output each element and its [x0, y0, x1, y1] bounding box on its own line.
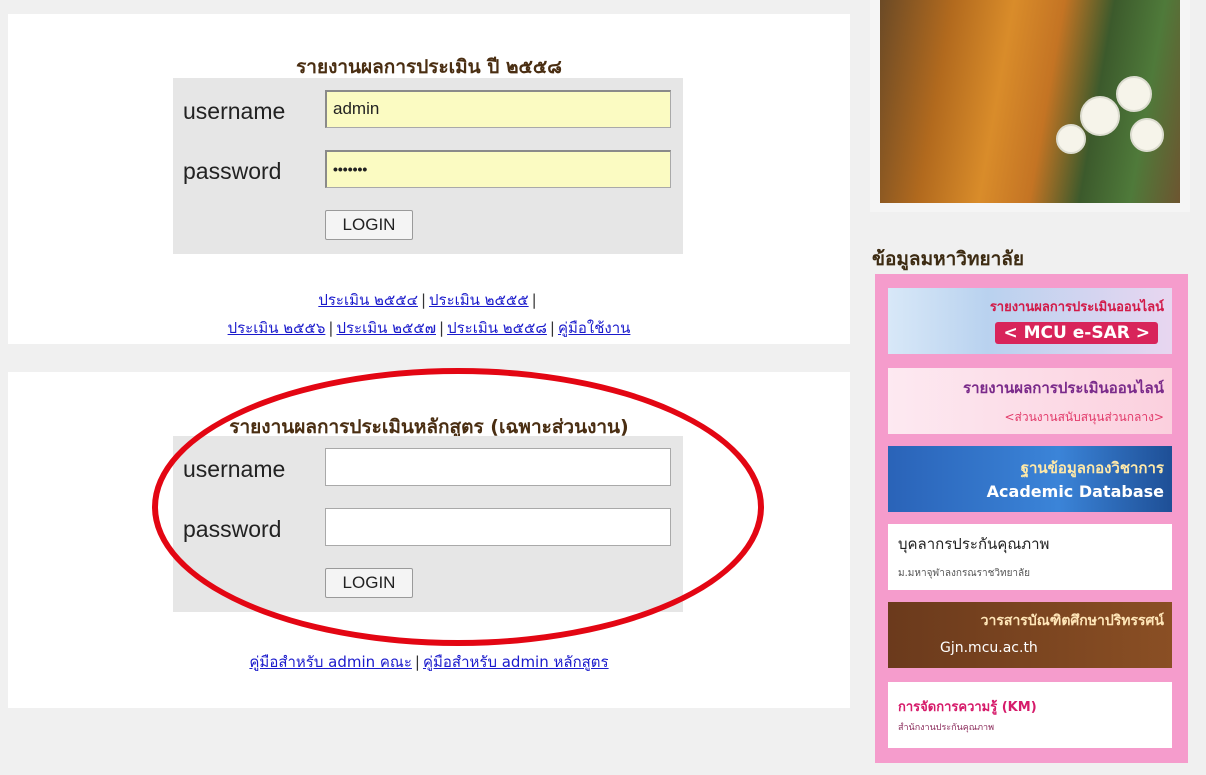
banner-knowledge-management[interactable]: การจัดการความรู้ (KM) สำนักงานประกันคุณภ… — [888, 682, 1172, 748]
login-panel-2558: รายงานผลการประเมิน ปี ๒๕๕๘ username admi… — [8, 14, 850, 344]
password-label: password — [183, 158, 282, 184]
flower-shape — [1056, 124, 1086, 154]
banner-line1: ฐานข้อมูลกองวิชาการ — [1020, 459, 1164, 477]
monk-photo — [880, 0, 1180, 203]
banner-line2: สำนักงานประกันคุณภาพ — [898, 723, 995, 733]
banner-line1: การจัดการความรู้ (KM) — [898, 700, 1037, 715]
banner-academic-database[interactable]: ฐานข้อมูลกองวิชาการ Academic Database — [888, 446, 1172, 512]
password-input[interactable] — [325, 508, 671, 546]
flower-shape — [1116, 76, 1152, 112]
link-eval-2558[interactable]: ประเมิน ๒๕๕๘ — [447, 319, 547, 337]
password-input[interactable]: ••••••• — [325, 150, 671, 188]
link-manual-admin-faculty[interactable]: คู่มือสำหรับ admin คณะ — [249, 653, 412, 671]
sidebar-banner-panel: รายงานผลการประเมินออนไลน์ < MCU e-SAR > … — [875, 274, 1188, 763]
banner-line2: <ส่วนงานสนับสนุนส่วนกลาง> — [1004, 410, 1164, 424]
link-separator: | — [549, 319, 555, 337]
password-label: password — [183, 516, 282, 542]
username-label: username — [183, 98, 286, 124]
link-separator: | — [420, 291, 426, 309]
banner-line2: Gjn.mcu.ac.th — [940, 640, 1038, 656]
link-separator: | — [531, 291, 537, 309]
username-label: username — [183, 456, 286, 482]
banner-line2: ม.มหาจุฬาลงกรณราชวิทยาลัย — [898, 568, 1031, 579]
login-panel-curriculum: รายงานผลการประเมินหลักสูตร (เฉพาะส่วนงาน… — [8, 372, 850, 708]
banner-line1: รายงานผลการประเมินออนไลน์ — [989, 300, 1164, 315]
banner-journal[interactable]: วารสารบัณฑิตศึกษาปริทรรศน์ Gjn.mcu.ac.th — [888, 602, 1172, 668]
login-button[interactable]: LOGIN — [325, 210, 413, 240]
banner-line1: รายงานผลการประเมินออนไลน์ — [963, 379, 1164, 397]
link-eval-2556[interactable]: ประเมิน ๒๕๕๖ — [228, 319, 326, 337]
link-separator: | — [439, 319, 445, 337]
link-manual-admin-curriculum[interactable]: คู่มือสำหรับ admin หลักสูตร — [423, 653, 609, 671]
year-links-row-1: ประเมิน ๒๕๕๔ | ประเมิน ๒๕๕๕ | — [8, 288, 850, 312]
manual-links: คู่มือสำหรับ admin คณะ | คู่มือสำหรับ admi… — [8, 650, 850, 674]
login-form-2558: username admin password ••••••• LOGIN — [173, 78, 683, 254]
username-input[interactable] — [325, 448, 671, 486]
flower-shape — [1080, 96, 1120, 136]
banner-qa-personnel[interactable]: บุคลากรประกันคุณภาพ ม.มหาจุฬาลงกรณราชวิท… — [888, 524, 1172, 590]
banner-support-units[interactable]: รายงานผลการประเมินออนไลน์ <ส่วนงานสนับสน… — [888, 368, 1172, 434]
link-user-manual[interactable]: คู่มือใช้งาน — [558, 319, 630, 337]
banner-mcu-esar[interactable]: รายงานผลการประเมินออนไลน์ < MCU e-SAR > — [888, 288, 1172, 354]
login-form-curriculum: username password LOGIN — [173, 436, 683, 612]
link-separator: | — [414, 653, 420, 671]
link-eval-2555[interactable]: ประเมิน ๒๕๕๕ — [429, 291, 529, 309]
year-links-row-2: ประเมิน ๒๕๕๖ | ประเมิน ๒๕๕๗ | ประเมิน ๒๕๕๘ | ค… — [8, 316, 850, 340]
banner-line2: < MCU e-SAR > — [995, 322, 1158, 344]
banner-line1: บุคลากรประกันคุณภาพ — [898, 535, 1050, 553]
username-input[interactable]: admin — [325, 90, 671, 128]
banner-line2: Academic Database — [986, 482, 1164, 501]
flower-shape — [1130, 118, 1164, 152]
sidebar-heading: ข้อมูลมหาวิทยาลัย — [872, 248, 1025, 270]
link-eval-2557[interactable]: ประเมิน ๒๕๕๗ — [336, 319, 436, 337]
banner-line1: วารสารบัณฑิตศึกษาปริทรรศน์ — [980, 613, 1164, 629]
sidebar-photo-frame — [870, 0, 1190, 212]
link-separator: | — [328, 319, 334, 337]
link-eval-2554[interactable]: ประเมิน ๒๕๕๔ — [318, 291, 418, 309]
login-button[interactable]: LOGIN — [325, 568, 413, 598]
